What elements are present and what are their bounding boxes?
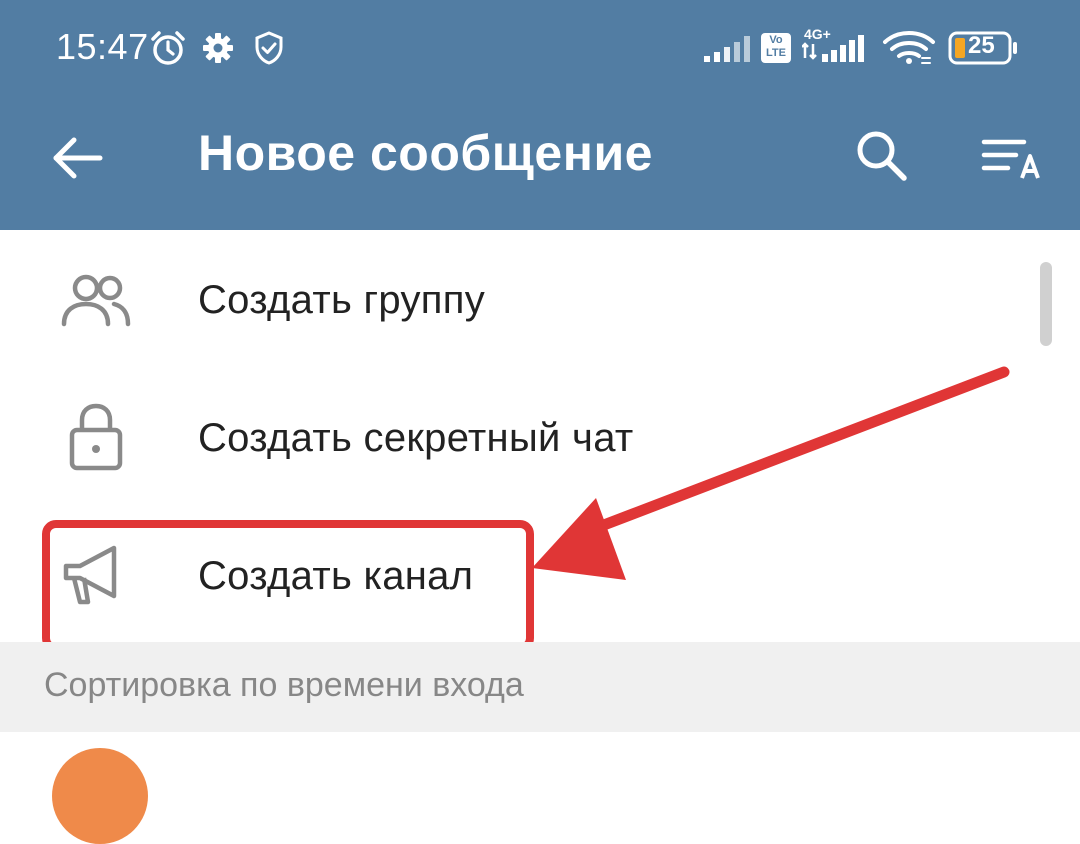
avatar [52, 748, 148, 844]
sort-by-login-label: Сортировка по времени входа [44, 666, 524, 704]
section-header: Сортировка по времени входа [0, 642, 1080, 732]
contact-row[interactable] [0, 732, 1080, 844]
